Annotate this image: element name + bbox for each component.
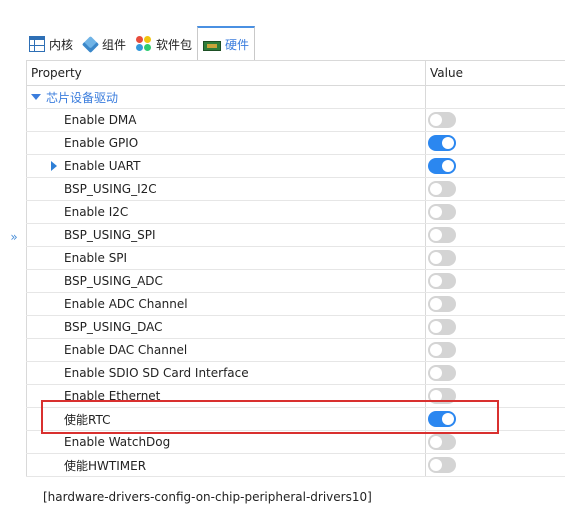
table-icon [29,36,45,52]
toggle-switch[interactable] [428,342,456,358]
toggle-switch[interactable] [428,135,456,151]
property-label: 使能HWTIMER [64,458,147,473]
table-row[interactable]: Enable SDIO SD Card Interface [26,362,565,385]
table-row[interactable]: BSP_USING_ADC [26,270,565,293]
expand-arrow-icon[interactable] [51,161,57,171]
property-label: Enable DMA [64,113,137,127]
table-row[interactable]: 使能RTC [26,408,565,431]
property-label: Enable WatchDog [64,435,171,449]
table-row[interactable]: Enable DAC Channel [26,339,565,362]
property-label: BSP_USING_ADC [64,274,163,288]
table-row[interactable]: BSP_USING_SPI [26,224,565,247]
toggle-switch[interactable] [428,388,456,404]
property-label: Enable UART [64,159,141,173]
table-row[interactable]: Enable Ethernet [26,385,565,408]
collapse-arrow-icon[interactable] [31,94,41,100]
tab-packages-label: 软件包 [156,37,193,52]
table-row[interactable]: Enable WatchDog [26,431,565,454]
tab-packages[interactable]: 软件包 [131,28,197,60]
table-row[interactable]: Enable ADC Channel [26,293,565,316]
tab-kernel-label: 内核 [49,37,74,52]
category: 芯片设备驱动 [27,89,118,106]
packages-icon [136,36,152,52]
double-chevron-right-icon: » [10,230,18,244]
cube-icon [82,35,100,53]
tab-components-label: 组件 [102,37,127,52]
tab-hardware[interactable]: 硬件 [197,26,256,60]
toggle-switch[interactable] [428,296,456,312]
property-description: [hardware-drivers-config-on-chip-periphe… [43,490,372,504]
tab-bar: 内核 组件 软件包 硬件 [24,24,256,60]
toggle-switch[interactable] [428,227,456,243]
property-rows: Enable DMA Enable GPIO Enable UART BSP_USIN… [26,109,565,477]
toggle-switch[interactable] [428,411,456,427]
tab-hardware-label: 硬件 [225,37,250,52]
toggle-switch[interactable] [428,273,456,289]
toggle-switch[interactable] [428,250,456,266]
property-label: Enable SDIO SD Card Interface [64,366,249,380]
property-label: Enable I2C [64,205,129,219]
property-label: Enable Ethernet [64,389,161,403]
header-value[interactable]: Value [426,61,565,85]
property-label: Enable GPIO [64,136,139,150]
table-row[interactable]: BSP_USING_DAC [26,316,565,339]
toggle-switch[interactable] [428,204,456,220]
toggle-switch[interactable] [428,181,456,197]
property-label: BSP_USING_I2C [64,182,157,196]
property-label: BSP_USING_SPI [64,228,156,242]
property-label: Enable ADC Channel [64,297,188,311]
header-property[interactable]: Property [26,61,426,85]
toggle-switch[interactable] [428,434,456,450]
table-row[interactable]: BSP_USING_I2C [26,178,565,201]
property-label: Enable SPI [64,251,128,265]
property-label: BSP_USING_DAC [64,320,163,334]
board-icon [203,40,222,51]
table-row[interactable]: 使能HWTIMER [26,454,565,477]
property-grid: Property Value 芯片设备驱动 Enable DMA Enable G… [26,60,565,477]
category-label: 芯片设备驱动 [46,90,119,105]
tab-components[interactable]: 组件 [78,28,131,60]
table-row[interactable]: Enable DMA [26,109,565,132]
table-row[interactable]: Enable GPIO [26,132,565,155]
tab-kernel[interactable]: 内核 [24,28,78,60]
expand-panel-button[interactable]: » [5,228,23,246]
category-row[interactable]: 芯片设备驱动 [26,86,565,109]
table-row[interactable]: Enable I2C [26,201,565,224]
property-label: 使能RTC [64,412,111,427]
property-label: Enable DAC Channel [64,343,188,357]
table-row[interactable]: Enable SPI [26,247,565,270]
toggle-switch[interactable] [428,365,456,381]
table-row[interactable]: Enable UART [26,155,565,178]
toggle-switch[interactable] [428,112,456,128]
toggle-switch[interactable] [428,457,456,473]
grid-header: Property Value [26,61,565,86]
toggle-switch[interactable] [428,319,456,335]
toggle-switch[interactable] [428,158,456,174]
